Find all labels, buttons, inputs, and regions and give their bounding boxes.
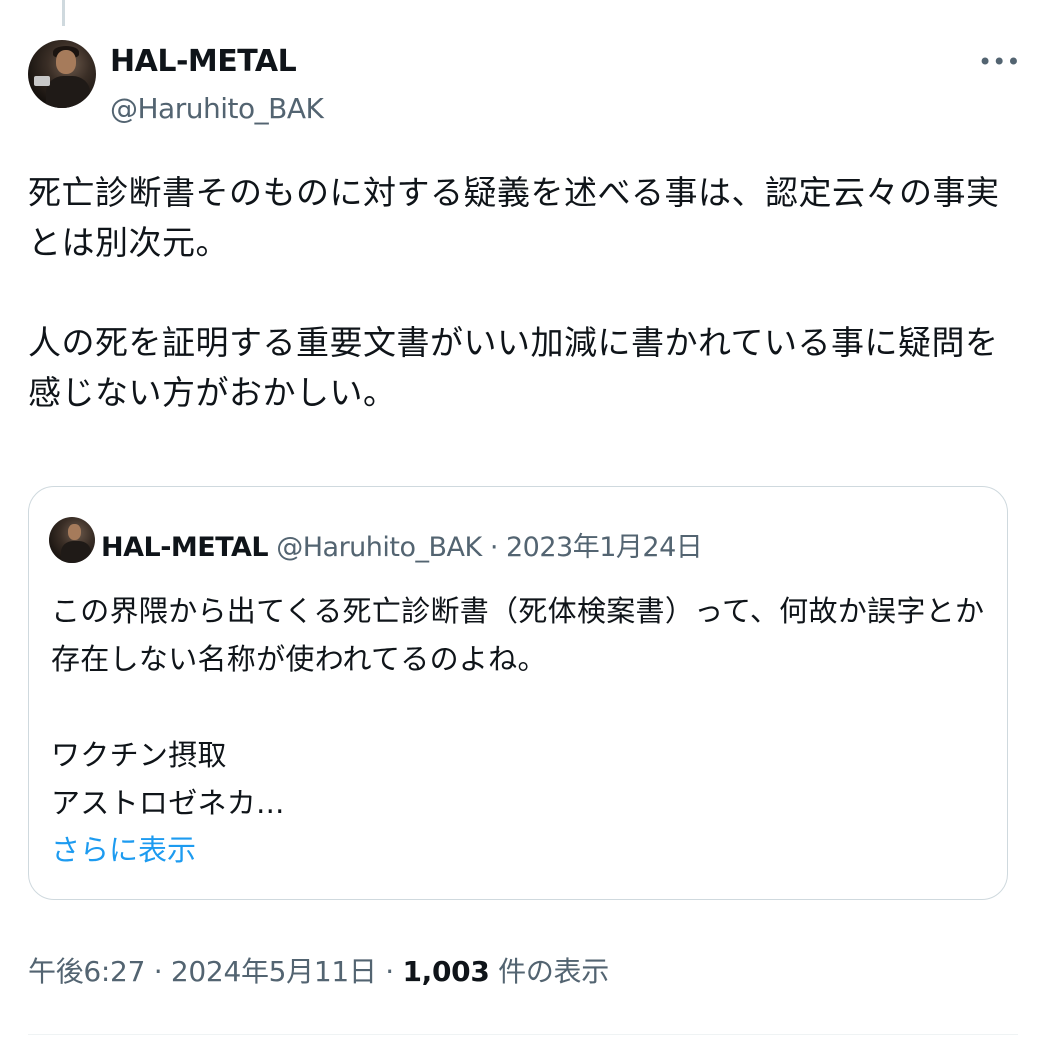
avatar-face <box>68 524 81 540</box>
tweet-time[interactable]: 午後6:27 <box>28 955 145 988</box>
tweet-meta: 午後6:27 · 2024年5月11日 · 1,003 件の表示 <box>28 950 609 990</box>
quoted-tweet-header: HAL-METAL @Haruhito_BAK · 2023年1月24日 <box>101 525 703 564</box>
quoted-paragraph: アストロゼネカ... <box>51 786 285 820</box>
divider <box>28 1034 1018 1035</box>
tweet-paragraph: 人の死を証明する重要文書がいい加減に書かれている事に疑問を感じない方がおかしい。 <box>28 323 999 412</box>
tweet-text: 死亡診断書そのものに対する疑義を述べる事は、認定云々の事実とは別次元。 人の死を… <box>28 168 1018 418</box>
quoted-author-avatar <box>49 517 95 563</box>
quoted-paragraph: この界隈から出てくる死亡診断書（死体検案書）って、何故か誤字とか存在しない名称が… <box>51 594 985 676</box>
quoted-author-handle: @Haruhito_BAK <box>276 532 482 563</box>
quoted-tweet-text: この界隈から出てくる死亡診断書（死体検案書）って、何故か誤字とか存在しない名称が… <box>51 587 1011 827</box>
meta-separator: · <box>385 955 394 988</box>
avatar-body <box>61 541 91 563</box>
ellipsis-icon[interactable]: ••• <box>978 50 1020 74</box>
views-label: 件の表示 <box>498 955 609 988</box>
meta-separator: · <box>153 955 163 988</box>
avatar-face <box>56 50 76 74</box>
author-handle[interactable]: @Haruhito_BAK <box>110 92 324 125</box>
quoted-tweet-date: 2023年1月24日 <box>506 532 703 563</box>
tweet-paragraph: 死亡診断書そのものに対する疑義を述べる事は、認定云々の事実とは別次元。 <box>28 173 1000 262</box>
thread-connector-line <box>62 0 65 26</box>
avatar-prop <box>34 76 50 86</box>
views-count: 1,003 <box>402 955 490 988</box>
show-more-link[interactable]: さらに表示 <box>51 827 196 869</box>
avatar-body <box>46 76 90 108</box>
header-separator: · <box>489 532 499 563</box>
tweet-date[interactable]: 2024年5月11日 <box>171 955 377 988</box>
author-display-name[interactable]: HAL-METAL <box>110 44 297 79</box>
author-avatar[interactable] <box>28 40 96 108</box>
quoted-tweet-card[interactable]: HAL-METAL @Haruhito_BAK · 2023年1月24日 この界… <box>28 486 1008 900</box>
quoted-author-name: HAL-METAL <box>101 532 269 563</box>
quoted-paragraph: ワクチン摂取 <box>51 738 227 772</box>
